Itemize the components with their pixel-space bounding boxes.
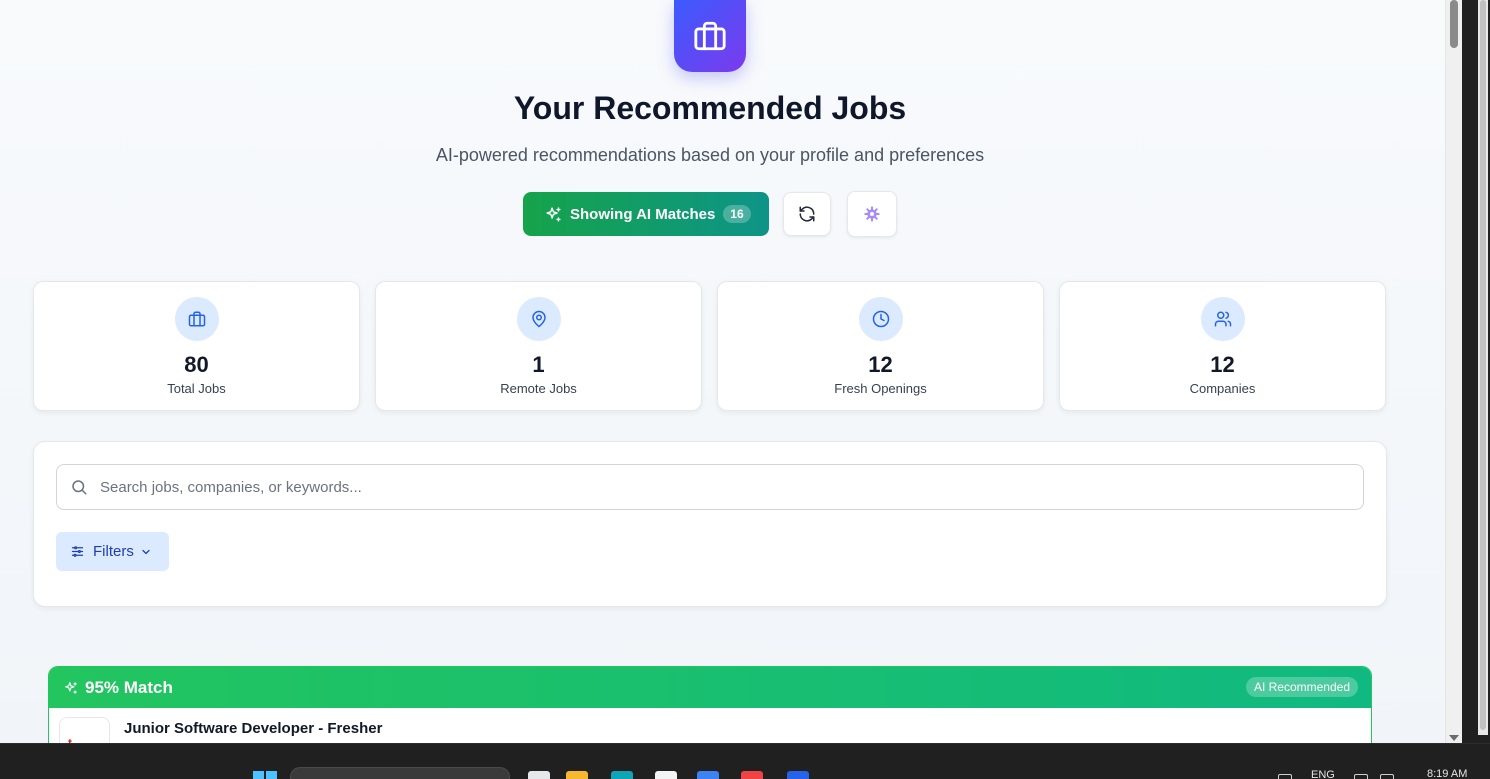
stat-label: Remote Jobs — [500, 381, 577, 396]
search-panel: Filters — [33, 441, 1387, 607]
taskbar-app-icon[interactable] — [655, 771, 677, 779]
wifi-icon[interactable] — [1354, 774, 1368, 779]
page-subtitle: AI-powered recommendations based on your… — [435, 145, 985, 165]
language-indicator[interactable]: ENG — [1311, 769, 1335, 779]
sparkles-icon — [545, 206, 562, 223]
ai-matches-count: 16 — [723, 205, 751, 223]
settings-button[interactable] — [847, 191, 897, 237]
tray-chevron-icon[interactable] — [1278, 774, 1292, 779]
stat-label: Companies — [1189, 381, 1256, 396]
taskbar-search[interactable] — [290, 767, 510, 779]
taskbar-edge-icon[interactable] — [611, 771, 633, 779]
company-logo-mark: ʈ — [68, 736, 72, 743]
scrollbar-thumb[interactable] — [1450, 0, 1458, 48]
taskbar-file-explorer-icon[interactable] — [566, 771, 588, 779]
stat-card-remote-jobs: 1 Remote Jobs — [375, 281, 702, 411]
hero-briefcase-badge — [674, 0, 746, 72]
ai-recommended-badge: AI Recommended — [1245, 677, 1358, 697]
stat-card-fresh-openings: 12 Fresh Openings — [717, 281, 1044, 411]
chevron-down-icon — [142, 549, 150, 554]
stat-card-companies: 12 Companies — [1059, 281, 1386, 411]
ai-matches-label: Showing AI Matches — [570, 205, 716, 223]
page-scrollbar[interactable] — [1445, 0, 1462, 743]
stat-label: Fresh Openings — [834, 381, 927, 396]
search-box[interactable] — [56, 464, 1364, 510]
browser-viewport: Your Recommended Jobs AI-powered recomme… — [0, 0, 1445, 743]
briefcase-icon — [694, 21, 726, 51]
sliders-icon — [71, 546, 84, 557]
taskbar-app-notepad-icon[interactable] — [528, 771, 550, 779]
refresh-icon — [799, 206, 815, 222]
search-icon — [72, 480, 87, 495]
taskbar-app-icon[interactable] — [741, 771, 763, 779]
match-score: 95% Match — [85, 677, 173, 697]
map-pin-icon — [532, 310, 546, 328]
stat-icon-wrap — [859, 297, 903, 341]
sparkles-icon — [65, 681, 77, 694]
search-input[interactable] — [100, 478, 1300, 496]
clock-time[interactable]: 8:19 AM — [1427, 768, 1467, 779]
taskbar: ENG 8:19 AM — [0, 743, 1490, 779]
stat-value: 12 — [868, 352, 893, 377]
stat-icon-wrap — [517, 297, 561, 341]
stat-icon-wrap — [175, 297, 219, 341]
outer-scrollbar-thumb[interactable] — [1480, 0, 1486, 730]
ai-matches-button[interactable]: Showing AI Matches 16 — [523, 192, 769, 236]
stat-icon-wrap — [1201, 297, 1245, 341]
briefcase-icon — [188, 311, 206, 327]
filters-button[interactable]: Filters — [56, 532, 169, 571]
taskbar-app-icon[interactable] — [697, 771, 719, 779]
gear-icon — [864, 206, 880, 222]
filters-label: Filters — [93, 543, 134, 560]
users-icon — [1214, 311, 1232, 327]
refresh-button[interactable] — [783, 192, 831, 236]
job-match-header: 95% Match AI Recommended — [49, 667, 1371, 708]
taskbar-vscode-icon[interactable] — [787, 771, 809, 779]
stat-value: 80 — [184, 352, 209, 377]
job-title[interactable]: Junior Software Developer - Fresher — [124, 720, 382, 737]
volume-icon[interactable] — [1380, 774, 1394, 779]
stat-card-total-jobs: 80 Total Jobs — [33, 281, 360, 411]
job-card[interactable]: 95% Match AI Recommended ʈ Junior Softwa… — [48, 666, 1372, 743]
stat-label: Total Jobs — [167, 381, 226, 396]
windows-start-icon[interactable] — [253, 771, 277, 779]
scroll-down-arrow-icon[interactable] — [1449, 735, 1459, 741]
page-title: Your Recommended Jobs — [513, 90, 907, 126]
company-logo: ʈ — [59, 717, 110, 743]
stat-value: 1 — [532, 352, 545, 377]
clock-icon — [872, 310, 890, 328]
stat-value: 12 — [1210, 352, 1235, 377]
